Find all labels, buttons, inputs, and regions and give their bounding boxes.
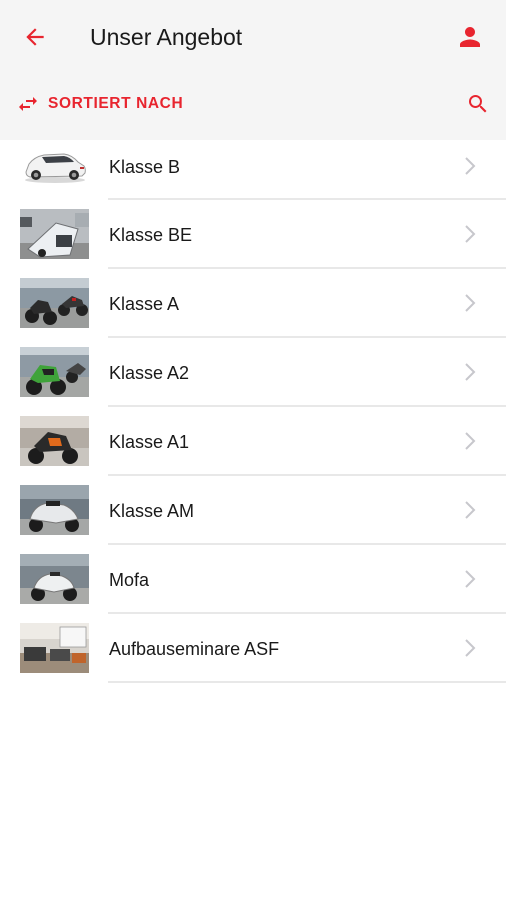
moped-thumbnail [20, 554, 89, 604]
list-item[interactable]: Klasse BE [0, 200, 506, 269]
sort-label: SORTIERT NACH [48, 95, 184, 112]
list-item[interactable]: Klasse A [0, 269, 506, 338]
car-thumbnail [20, 142, 89, 186]
chevron-right-icon [465, 639, 476, 657]
row-divider [108, 681, 506, 683]
trailer-thumbnail [20, 209, 89, 259]
chevron-right-icon [465, 294, 476, 312]
list-item-label: Klasse BE [109, 225, 193, 245]
classroom-thumbnail [20, 623, 89, 673]
chevron-right-icon [465, 570, 476, 588]
list-item-label: Klasse B [109, 157, 181, 177]
chevron-right-icon [465, 432, 476, 450]
chevron-right-icon [465, 501, 476, 519]
list-item-label: Klasse A2 [109, 363, 190, 383]
page-title: Unser Angebot [90, 24, 243, 50]
list-item-label: Klasse A [109, 294, 180, 314]
arrow-left-icon [26, 28, 44, 46]
scooter-thumbnail [20, 485, 89, 535]
swap-horizontal-icon [19, 97, 37, 111]
search-button[interactable] [462, 88, 494, 120]
list-item[interactable]: Aufbauseminare ASF [0, 614, 506, 683]
list-item-label: Klasse A1 [109, 432, 190, 452]
chevron-right-icon [465, 225, 476, 243]
search-icon [469, 95, 487, 113]
motorcycle-orange-thumbnail [20, 416, 89, 466]
list-item-label: Klasse AM [109, 501, 195, 521]
chevron-right-icon [465, 157, 476, 175]
back-button[interactable] [16, 18, 54, 56]
sort-button[interactable]: SORTIERT NACH [16, 90, 183, 118]
app-screen: Unser Angebot SORTIERT NACH Klasse B Kla… [0, 0, 506, 900]
profile-button[interactable] [450, 18, 490, 56]
list-item[interactable]: Mofa [0, 545, 506, 614]
list-item-label: Aufbauseminare ASF [109, 639, 280, 659]
app-header: Unser Angebot SORTIERT NACH [0, 0, 506, 140]
list-item-label: Mofa [109, 570, 150, 590]
chevron-right-icon [465, 363, 476, 381]
list-item[interactable]: Klasse A1 [0, 407, 506, 476]
list-item[interactable]: Klasse AM [0, 476, 506, 545]
motorcycle-green-thumbnail [20, 347, 89, 397]
motorcycles-thumbnail [20, 278, 89, 328]
offer-list: Klasse B Klasse BE Klasse A Klasse A2 Kl… [0, 140, 506, 683]
list-item[interactable]: Klasse A2 [0, 338, 506, 407]
list-item[interactable]: Klasse B [0, 140, 506, 200]
person-icon [460, 27, 480, 47]
